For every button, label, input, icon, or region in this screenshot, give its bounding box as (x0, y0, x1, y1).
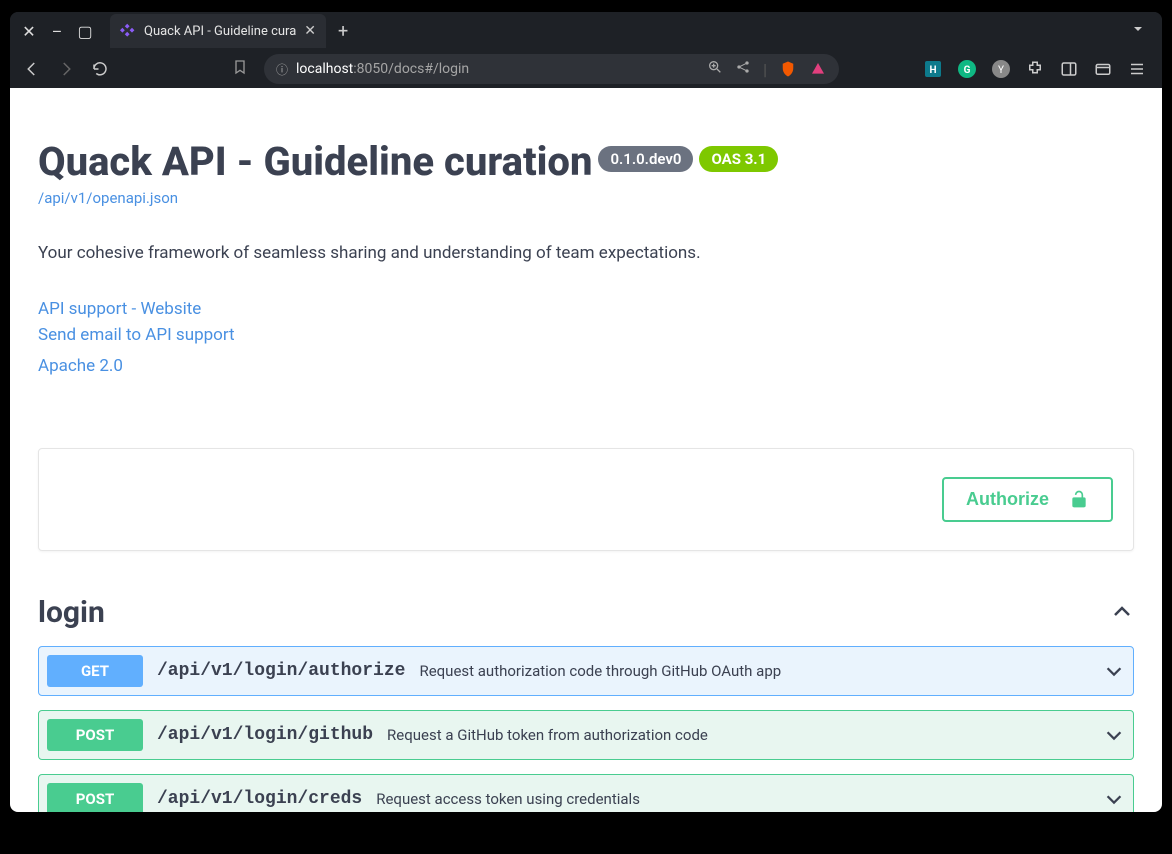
reload-button[interactable] (88, 57, 112, 81)
unlock-icon (1069, 489, 1089, 509)
hamburger-menu-icon[interactable] (1126, 58, 1148, 80)
license-link[interactable]: Apache 2.0 (38, 354, 1134, 380)
endpoint-path: /api/v1/login/github (157, 725, 373, 745)
address-bar-actions: | (707, 59, 827, 79)
url-text: localhost:8050/docs#/login (296, 61, 469, 77)
endpoint-row[interactable]: GET /api/v1/login/authorize Request auth… (38, 646, 1134, 696)
extension-2-icon[interactable]: G (956, 58, 978, 80)
chevron-down-icon (1103, 660, 1125, 682)
tab-close-icon[interactable]: ✕ (304, 23, 316, 39)
api-title: Quack API - Guideline curation (38, 138, 592, 185)
toolbar-extensions: H G Y (922, 58, 1152, 80)
chevron-up-icon (1110, 600, 1134, 624)
authorize-label: Authorize (966, 489, 1049, 510)
endpoint-row[interactable]: POST /api/v1/login/creds Request access … (38, 774, 1134, 813)
authorize-section: Authorize (38, 448, 1134, 551)
page-content[interactable]: Quack API - Guideline curation 0.1.0.dev… (10, 88, 1162, 812)
section-header-login[interactable]: login (38, 595, 1134, 630)
api-description: Your cohesive framework of seamless shar… (38, 243, 1134, 263)
maximize-window-icon[interactable]: ▢ (78, 24, 92, 38)
oas-badge: OAS 3.1 (699, 146, 778, 172)
authorize-button[interactable]: Authorize (942, 477, 1113, 522)
api-header: Quack API - Guideline curation 0.1.0.dev… (38, 138, 1134, 185)
endpoint-path: /api/v1/login/authorize (157, 661, 405, 681)
close-window-icon[interactable]: ✕ (22, 24, 36, 38)
titlebar: ✕ – ▢ Quack API - Guideline cura ✕ + (10, 12, 1162, 50)
method-badge: POST (47, 783, 143, 813)
url-port: :8050 (353, 61, 388, 77)
endpoint-path: /api/v1/login/creds (157, 789, 362, 809)
brave-rewards-icon[interactable] (809, 60, 827, 78)
browser-window: ✕ – ▢ Quack API - Guideline cura ✕ + (10, 12, 1162, 812)
method-badge: GET (47, 655, 143, 687)
endpoint-row[interactable]: POST /api/v1/login/github Request a GitH… (38, 710, 1134, 760)
chevron-down-icon (1103, 724, 1125, 746)
zoom-icon[interactable] (707, 59, 723, 79)
tabs-row: Quack API - Guideline cura ✕ + (110, 14, 1122, 48)
back-button[interactable] (20, 57, 44, 81)
wallet-icon[interactable] (1092, 58, 1114, 80)
openapi-spec-link[interactable]: /api/v1/openapi.json (38, 189, 1134, 207)
support-website-link[interactable]: API support - Website (38, 297, 1134, 323)
extensions-menu-icon[interactable] (1024, 58, 1046, 80)
tab-favicon (120, 23, 136, 39)
api-links: API support - Website Send email to API … (38, 297, 1134, 380)
method-badge: POST (47, 719, 143, 751)
window-controls: ✕ – ▢ (18, 24, 96, 38)
tabs-dropdown-icon[interactable] (1122, 21, 1154, 41)
url-path: /docs#/login (388, 61, 469, 77)
address-bar[interactable]: ⓘ localhost:8050/docs#/login | (264, 54, 839, 84)
version-badge: 0.1.0.dev0 (598, 146, 693, 172)
tab-title: Quack API - Guideline cura (144, 24, 296, 39)
chevron-down-icon (1103, 788, 1125, 810)
new-tab-button[interactable]: + (326, 21, 360, 42)
extension-3-icon[interactable]: Y (990, 58, 1012, 80)
endpoint-description: Request authorization code through GitHu… (419, 662, 781, 680)
section-title: login (38, 595, 105, 630)
svg-text:G: G (964, 65, 971, 76)
svg-text:H: H (929, 65, 936, 76)
browser-tab[interactable]: Quack API - Guideline cura ✕ (110, 14, 326, 48)
svg-text:Y: Y (998, 65, 1004, 76)
swagger-ui: Quack API - Guideline curation 0.1.0.dev… (10, 88, 1162, 812)
endpoint-description: Request access token using credentials (376, 790, 640, 808)
url-host: localhost (296, 61, 353, 77)
forward-button[interactable] (54, 57, 78, 81)
extension-1-icon[interactable]: H (922, 58, 944, 80)
support-email-link[interactable]: Send email to API support (38, 323, 1134, 349)
minimize-window-icon[interactable]: – (50, 24, 64, 38)
brave-shield-icon[interactable] (779, 60, 797, 78)
sidebar-icon[interactable] (1058, 58, 1080, 80)
toolbar: ⓘ localhost:8050/docs#/login | (10, 50, 1162, 88)
endpoints-list: GET /api/v1/login/authorize Request auth… (38, 646, 1134, 813)
endpoint-description: Request a GitHub token from authorizatio… (387, 726, 708, 744)
site-info-icon[interactable]: ⓘ (276, 61, 288, 78)
bookmark-icon[interactable] (232, 59, 248, 79)
share-icon[interactable] (735, 59, 751, 79)
